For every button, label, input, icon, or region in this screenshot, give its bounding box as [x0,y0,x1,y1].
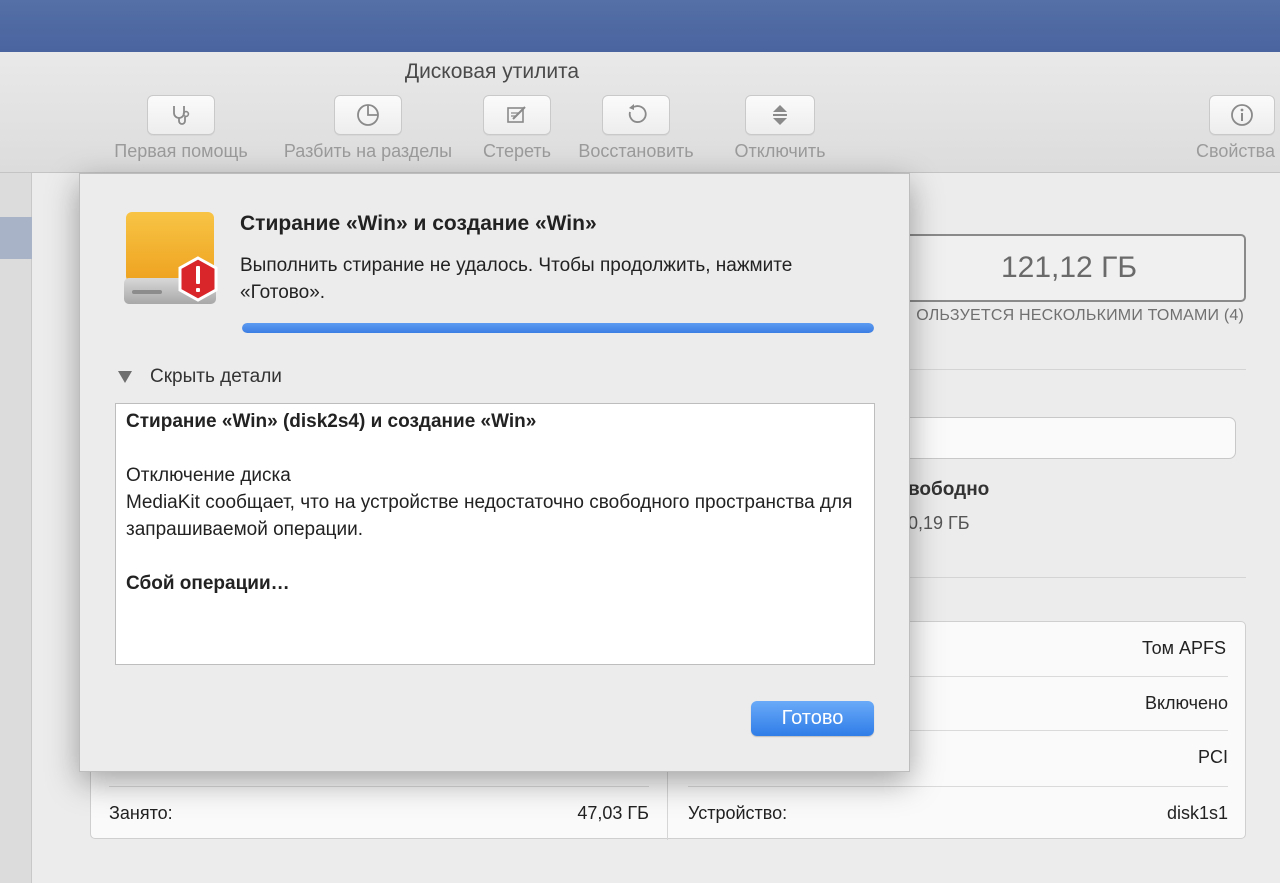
first-aid-button[interactable]: Первая помощь [106,95,256,162]
erase-icon [483,95,551,135]
volume-type-value: Том APFS [1142,638,1226,658]
toolbar: Дисковая утилита Первая помощь Разбить н… [0,52,1280,173]
device-label: Устройство: [688,803,788,823]
log-line: MediaKit сообщает, что на устройстве нед… [126,492,853,540]
info-button[interactable]: Свойства [1196,95,1280,162]
erase-error-dialog: Стирание «Win» и создание «Win» Выполнит… [79,173,910,772]
unmount-label: Отключить [734,141,826,161]
partition-label: Разбить на разделы [283,141,453,161]
window-title: Дисковая утилита [404,60,580,83]
info-icon [1209,95,1275,135]
dialog-message: Выполнить стирание не удалось. Чтобы про… [240,255,793,303]
capacity-value: 121,12 ГБ [892,234,1246,302]
restore-icon [602,95,670,135]
used-value: 47,03 ГБ [577,803,649,823]
disclosure-triangle-icon [118,371,132,383]
external-drive-alert-icon [118,208,228,320]
unmount-button[interactable]: Отключить [722,95,838,162]
restore-button[interactable]: Восстановить [566,95,706,162]
progress-bar [242,323,874,333]
done-button[interactable]: Готово [751,701,874,736]
log-failure: Сбой операции… [126,573,290,594]
partition-button[interactable]: Разбить на разделы [268,95,468,162]
hide-details-toggle[interactable]: Скрыть детали [118,366,282,388]
log-line: Отключение диска [126,465,291,486]
info-label: Свойства [1196,141,1276,161]
info-row-device: Устройство: disk1s1 [688,786,1228,840]
first-aid-label: Первая помощь [114,141,248,161]
connection-value: PCI [1197,747,1228,767]
free-space-value: 0,19 ГБ [908,513,970,533]
hide-details-label: Скрыть детали [150,366,282,387]
details-log[interactable]: Стирание «Win» (disk2s4) и создание «Win… [115,403,875,665]
restore-label: Восстановить [578,141,694,161]
device-value: disk1s1 [1166,803,1228,823]
free-space-label: вободно [908,479,990,500]
progress-bar-fill [242,323,874,333]
divider [892,369,1246,370]
used-label: Занято: [109,803,173,823]
desktop-background [0,0,1280,52]
dialog-title: Стирание «Win» и создание «Win» [240,212,597,235]
divider [892,577,1246,578]
unmount-icon [745,95,815,135]
stethoscope-icon [147,95,215,135]
erase-button[interactable]: Стереть [476,95,558,162]
sidebar-selected-item[interactable] [0,217,32,259]
shared-volumes-note: ОЛЬЗУЕТСЯ НЕСКОЛЬКИМИ ТОМАМИ (4) [916,307,1244,324]
info-row-used: Занято: 47,03 ГБ [109,786,649,840]
log-heading: Стирание «Win» (disk2s4) и создание «Win… [126,411,537,432]
pie-chart-icon [334,95,402,135]
sidebar [0,173,32,883]
owners-value: Включено [1144,693,1228,713]
erase-label: Стереть [482,141,552,161]
usage-bar [892,417,1236,459]
